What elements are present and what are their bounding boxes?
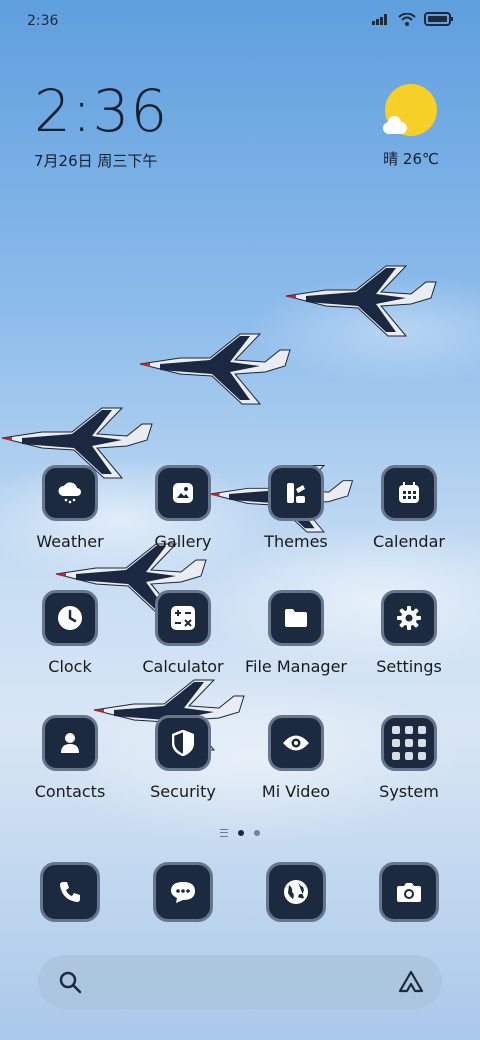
app-calendar[interactable]: Calendar — [353, 465, 465, 551]
calendar-icon — [381, 465, 437, 521]
app-file-manager[interactable]: File Manager — [240, 590, 352, 676]
sunny-icon — [383, 84, 437, 136]
eye-icon — [268, 715, 324, 771]
folder-grid-icon — [381, 715, 437, 771]
search-bar[interactable] — [38, 955, 442, 1009]
app-label: Settings — [376, 657, 442, 676]
page-dot-1[interactable] — [238, 830, 244, 836]
weather-icon — [42, 465, 98, 521]
status-time: 2:36 — [27, 13, 59, 29]
page-dot-2[interactable] — [254, 830, 260, 836]
globe-icon — [266, 862, 326, 922]
camera-icon — [379, 862, 439, 922]
phone-icon — [40, 862, 100, 922]
search-icon — [59, 971, 82, 994]
app-contacts[interactable]: Contacts — [14, 715, 126, 801]
app-label: Gallery — [154, 532, 212, 551]
app-settings[interactable]: Settings — [353, 590, 465, 676]
weather-temp: 晴 26℃ — [383, 150, 439, 168]
dock-camera[interactable] — [353, 862, 465, 922]
app-mi-video[interactable]: Mi Video — [240, 715, 352, 801]
app-gallery[interactable]: Gallery — [127, 465, 239, 551]
app-label: Themes — [264, 532, 328, 551]
shield-icon — [155, 715, 211, 771]
assistant-icon[interactable] — [398, 969, 424, 995]
app-clock[interactable]: Clock — [14, 590, 126, 676]
app-label: Contacts — [34, 782, 106, 801]
app-drawer-indicator-icon[interactable] — [220, 829, 228, 837]
battery-icon — [424, 12, 453, 26]
clock-widget[interactable]: 2:36 7月26日 周三下午 — [34, 82, 168, 171]
gallery-icon — [155, 465, 211, 521]
dock-messages[interactable] — [127, 862, 239, 922]
app-label: Clock — [48, 657, 92, 676]
message-icon — [153, 862, 213, 922]
app-weather[interactable]: Weather — [14, 465, 126, 551]
calculator-icon — [155, 590, 211, 646]
weather-widget[interactable]: 晴 26℃ — [376, 82, 446, 169]
app-calculator[interactable]: Calculator — [127, 590, 239, 676]
folder-system[interactable]: System — [353, 715, 465, 801]
app-security[interactable]: Security — [127, 715, 239, 801]
person-icon — [42, 715, 98, 771]
status-bar: 2:36 — [0, 0, 480, 42]
dock-browser[interactable] — [240, 862, 352, 922]
widget-date: 7月26日 周三下午 — [34, 152, 158, 170]
dock-phone[interactable] — [14, 862, 126, 922]
app-label: Mi Video — [261, 782, 331, 801]
app-themes[interactable]: Themes — [240, 465, 352, 551]
folder-icon — [268, 590, 324, 646]
signal-icon — [372, 14, 387, 25]
widget-time: 2:36 — [34, 77, 169, 145]
app-label: File Manager — [245, 657, 347, 676]
app-label: System — [379, 782, 439, 801]
app-label: Weather — [36, 532, 104, 551]
app-label: Calendar — [373, 532, 445, 551]
themes-icon — [268, 465, 324, 521]
gear-icon — [381, 590, 437, 646]
page-indicator[interactable] — [0, 829, 480, 837]
clock-icon — [42, 590, 98, 646]
wifi-icon — [398, 12, 416, 26]
app-label: Calculator — [142, 657, 224, 676]
app-label: Security — [150, 782, 216, 801]
